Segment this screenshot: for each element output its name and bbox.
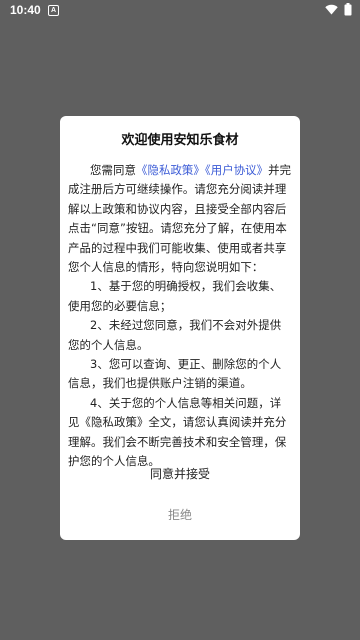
- list-item-3: 3、您可以查询、更正、删除您的个人信息，我们也提供账户注销的渠道。: [68, 357, 282, 391]
- status-time: 10:40: [10, 3, 41, 17]
- list-item-2: 2、未经过您同意，我们不会对外提供您的个人信息。: [68, 318, 282, 352]
- status-bar: 10:40 A: [0, 0, 360, 20]
- intro-before: 您需同意: [90, 163, 136, 177]
- refuse-button[interactable]: 拒绝: [60, 506, 300, 523]
- intro-after: 并完成注册后方可继续操作。请您充分阅读并理解以上政策和协议内容，且接受全部内容后…: [68, 163, 292, 275]
- privacy-policy-link[interactable]: 《隐私政策》: [136, 163, 205, 177]
- intro-paragraph: 您需同意《隐私政策》《用户协议》并完成注册后方可继续操作。请您充分阅读并理解以上…: [68, 161, 292, 277]
- notification-a-icon: A: [48, 5, 59, 16]
- dialog-title: 欢迎使用安知乐食材: [121, 133, 239, 148]
- agree-button[interactable]: 同意并接受: [60, 465, 300, 482]
- status-icons: [325, 3, 352, 19]
- consent-dialog: 欢迎使用安知乐食材 您需同意《隐私政策》《用户协议》并完成注册后方可继续操作。请…: [60, 116, 300, 540]
- dialog-body: 您需同意《隐私政策》《用户协议》并完成注册后方可继续操作。请您充分阅读并理解以上…: [68, 161, 292, 472]
- list-item-1: 1、基于您的明确授权，我们会收集、使用您的必要信息；: [68, 279, 282, 313]
- list-item-4: 4、关于您的个人信息等相关问题，详见《隐私政策》全文，请您认真阅读并充分理解。我…: [68, 395, 287, 469]
- battery-icon: [344, 3, 352, 19]
- user-agreement-link[interactable]: 《用户协议》: [205, 163, 268, 177]
- wifi-icon: [325, 4, 338, 18]
